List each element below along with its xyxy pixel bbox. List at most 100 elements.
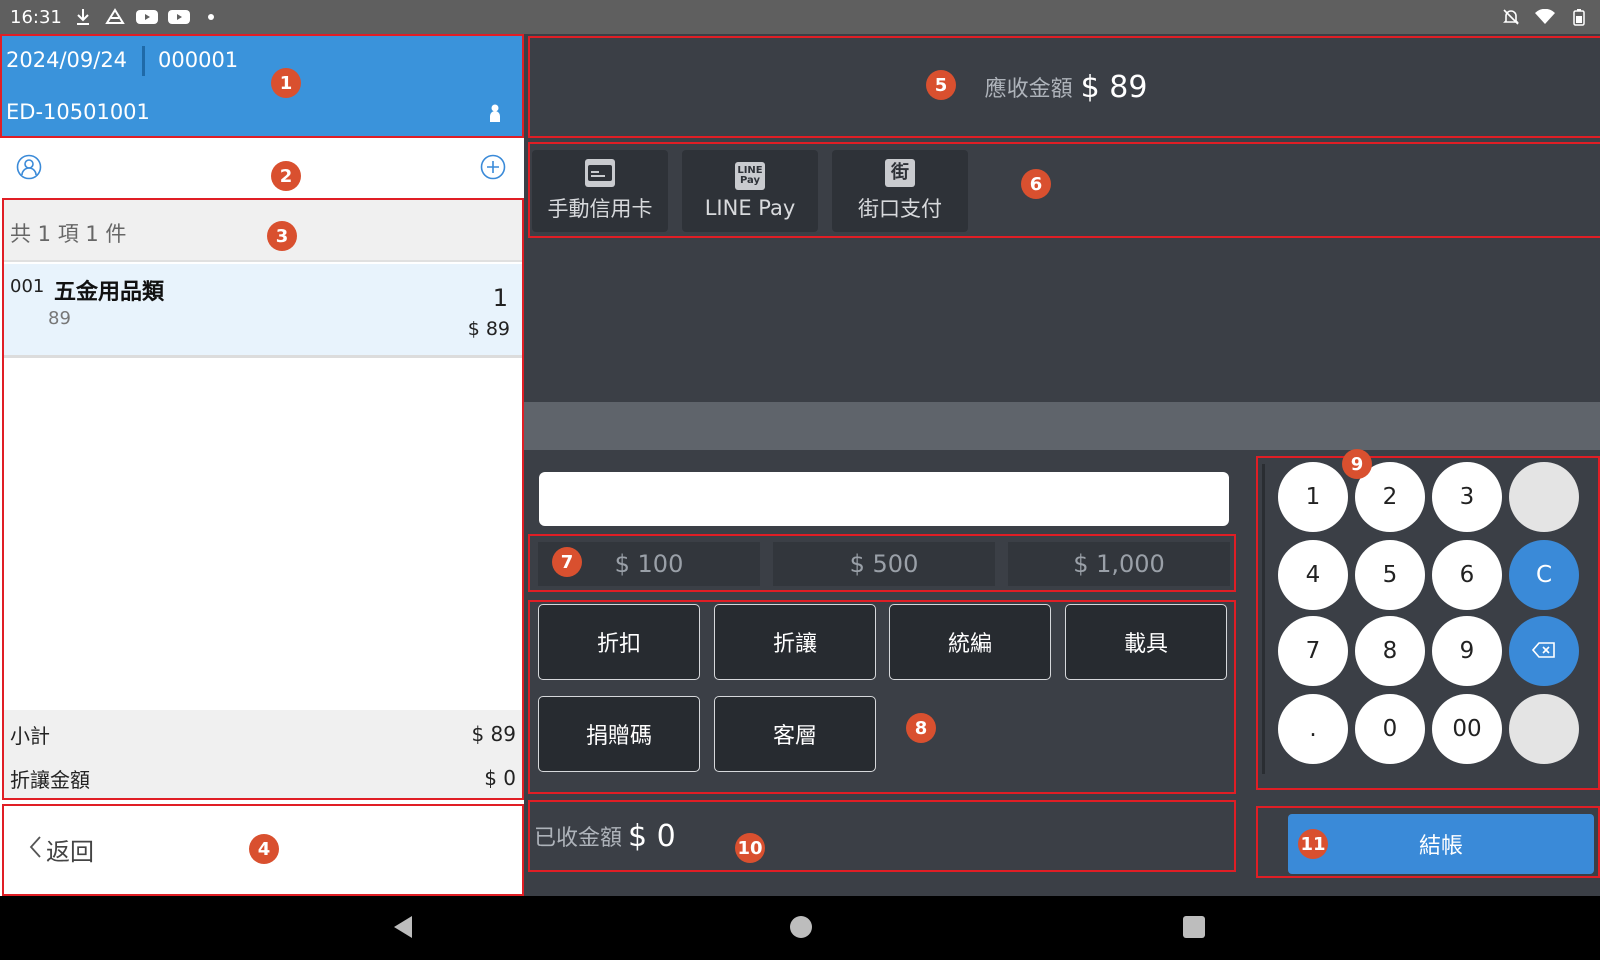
order-panel: 2024/09/24 000001 ED-10501001 共 1 項 1 件 … bbox=[0, 34, 524, 896]
payment-panel: 應收金額 $ 89 手動信用卡 LINE Pay LINE Pay 街 街口支付… bbox=[524, 34, 1600, 896]
numpad-clear-button[interactable]: C bbox=[1509, 540, 1579, 610]
annotation-badge: 1 bbox=[271, 68, 301, 98]
numpad-key-blank[interactable] bbox=[1509, 694, 1579, 764]
discount-value: $ 0 bbox=[484, 766, 516, 790]
annotation-badge: 5 bbox=[926, 70, 956, 100]
annotation-badge: 7 bbox=[552, 547, 582, 577]
received-value: $ 0 bbox=[628, 818, 676, 854]
cart-summary: 共 1 項 1 件 bbox=[4, 200, 522, 262]
annotation-badge: 3 bbox=[267, 221, 297, 251]
jkos-pay-button[interactable]: 街 街口支付 bbox=[832, 150, 968, 232]
amount-input[interactable] bbox=[539, 472, 1229, 526]
customer-group-button[interactable]: 客層 bbox=[714, 696, 876, 772]
item-total: $ 89 bbox=[467, 318, 510, 340]
line-pay-icon: LINE Pay bbox=[735, 162, 765, 190]
manual-credit-card-button[interactable]: 手動信用卡 bbox=[532, 150, 668, 232]
header-divider bbox=[142, 46, 145, 76]
drive-icon bbox=[104, 8, 126, 26]
backspace-icon bbox=[1531, 638, 1556, 664]
donation-code-button[interactable]: 捐贈碼 bbox=[538, 696, 700, 772]
quick-cash-1000-button[interactable]: $ 1,000 bbox=[1008, 542, 1230, 586]
numpad-key-5[interactable]: 5 bbox=[1355, 540, 1425, 610]
received-label: 已收金額 bbox=[534, 826, 623, 851]
status-time: 16:31 bbox=[10, 6, 62, 28]
battery-icon bbox=[1568, 8, 1590, 26]
discount-button[interactable]: 折扣 bbox=[538, 604, 700, 680]
checkout-button[interactable]: 結帳 bbox=[1288, 814, 1594, 874]
numpad-key-6[interactable]: 6 bbox=[1432, 540, 1502, 610]
item-quantity: 1 bbox=[492, 284, 508, 312]
terminal-code: ED-10501001 bbox=[6, 100, 150, 124]
member-row bbox=[0, 138, 524, 200]
numpad-key-4[interactable]: 4 bbox=[1278, 540, 1348, 610]
nav-recent-apps-icon[interactable] bbox=[1183, 916, 1205, 938]
quick-cash-buttons: $ 100 $ 500 $ 1,000 bbox=[528, 534, 1236, 592]
annotation-badge: 11 bbox=[1298, 829, 1328, 859]
annotation-badge: 8 bbox=[906, 713, 936, 743]
subtotal-label: 小計 bbox=[10, 723, 50, 748]
wifi-icon bbox=[1534, 8, 1556, 26]
payment-method-label: 街口支付 bbox=[858, 197, 942, 221]
numpad-key-7[interactable]: 7 bbox=[1278, 616, 1348, 686]
nav-back-icon[interactable] bbox=[394, 916, 412, 938]
function-buttons: 折扣 折讓 統編 載具 捐贈碼 客層 bbox=[528, 600, 1236, 794]
status-bar: 16:31 bbox=[0, 0, 1600, 34]
annotation-badge: 2 bbox=[271, 161, 301, 191]
amount-due-value: $ 89 bbox=[1080, 69, 1148, 105]
credit-card-icon bbox=[585, 159, 615, 187]
item-number: 001 bbox=[10, 276, 45, 297]
navigation-bar bbox=[0, 896, 1600, 960]
chevron-left-icon bbox=[28, 835, 42, 865]
tax-id-button[interactable]: 統編 bbox=[889, 604, 1051, 680]
notifications-off-icon bbox=[1500, 8, 1522, 26]
person-icon[interactable] bbox=[488, 104, 502, 122]
numpad-key-dot[interactable]: . bbox=[1278, 694, 1348, 764]
carrier-button[interactable]: 載具 bbox=[1065, 604, 1227, 680]
numpad-key-0[interactable]: 0 bbox=[1355, 694, 1425, 764]
numpad-key-9[interactable]: 9 bbox=[1432, 616, 1502, 686]
line-pay-button[interactable]: LINE Pay LINE Pay bbox=[682, 150, 818, 232]
item-unit-price: 89 bbox=[48, 308, 71, 329]
item-name: 五金用品類 bbox=[54, 280, 165, 305]
subtotal-row: 小計 $ 89 bbox=[10, 714, 516, 754]
cart-list: 共 1 項 1 件 001 五金用品類 89 1 $ 89 小計 $ 89 折讓… bbox=[2, 198, 524, 800]
order-date: 2024/09/24 bbox=[6, 48, 128, 72]
annotation-badge: 10 bbox=[735, 833, 765, 863]
youtube-icon bbox=[135, 8, 158, 26]
numpad-backspace-button[interactable] bbox=[1509, 616, 1579, 686]
payment-method-label: 手動信用卡 bbox=[547, 197, 653, 221]
numpad: 1 2 3 4 5 6 C 7 8 9 . 0 00 bbox=[1256, 456, 1600, 790]
back-button[interactable]: 返回 bbox=[28, 832, 94, 867]
subtotal-value: $ 89 bbox=[471, 722, 516, 746]
discount-label: 折讓金額 bbox=[10, 767, 90, 792]
divider-band bbox=[524, 402, 1600, 450]
allowance-button[interactable]: 折讓 bbox=[714, 604, 876, 680]
jkos-icon: 街 bbox=[885, 159, 915, 187]
annotation-badge: 6 bbox=[1021, 169, 1051, 199]
numpad-key-00[interactable]: 00 bbox=[1432, 694, 1502, 764]
nav-home-icon[interactable] bbox=[790, 916, 812, 938]
numpad-key-1[interactable]: 1 bbox=[1278, 462, 1348, 532]
youtube-icon bbox=[167, 8, 190, 26]
discount-row: 折讓金額 $ 0 bbox=[10, 758, 516, 798]
received-amount: 已收金額 $ 0 bbox=[528, 800, 1236, 872]
payment-method-label: LINE Pay bbox=[704, 196, 796, 220]
order-number: 000001 bbox=[158, 48, 239, 72]
numpad-key-3[interactable]: 3 bbox=[1432, 462, 1502, 532]
amount-due-label: 應收金額 bbox=[984, 77, 1073, 102]
numpad-divider bbox=[1262, 464, 1265, 774]
quick-cash-500-button[interactable]: $ 500 bbox=[773, 542, 995, 586]
numpad-key-8[interactable]: 8 bbox=[1355, 616, 1425, 686]
annotation-badge: 9 bbox=[1342, 449, 1372, 479]
member-icon[interactable] bbox=[16, 154, 42, 180]
annotation-badge: 4 bbox=[249, 834, 279, 864]
payment-methods: 手動信用卡 LINE Pay LINE Pay 街 街口支付 bbox=[528, 142, 1600, 238]
cart-totals: 小計 $ 89 折讓金額 $ 0 bbox=[4, 710, 522, 798]
back-label: 返回 bbox=[46, 838, 94, 866]
cart-item[interactable]: 001 五金用品類 89 1 $ 89 bbox=[4, 264, 522, 358]
numpad-key-blank[interactable] bbox=[1509, 462, 1579, 532]
order-header: 2024/09/24 000001 ED-10501001 bbox=[0, 34, 524, 138]
download-icon bbox=[72, 8, 94, 26]
add-member-icon[interactable] bbox=[480, 154, 506, 180]
line-pay-icon-text-bottom: Pay bbox=[739, 175, 761, 186]
